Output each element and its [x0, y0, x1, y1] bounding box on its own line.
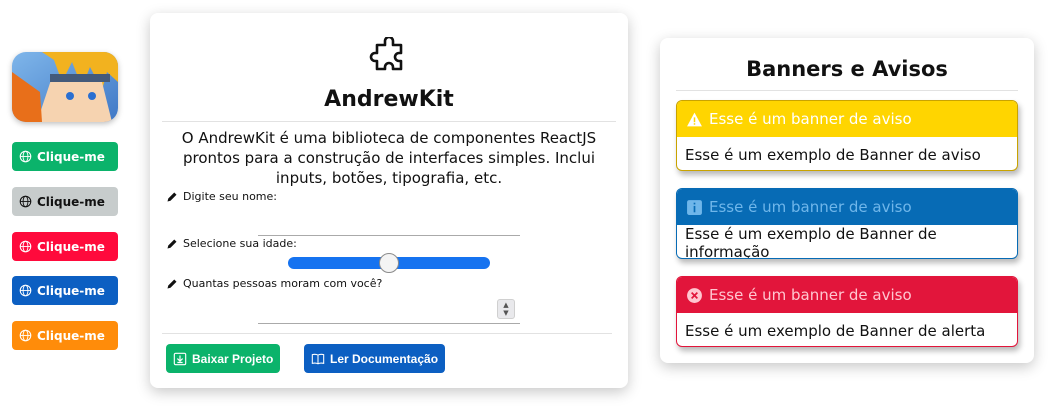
- click-me-label: Clique-me: [37, 239, 105, 254]
- people-input[interactable]: [258, 323, 520, 324]
- globe-icon: [19, 284, 32, 297]
- title-divider: [162, 121, 616, 122]
- page-title: AndrewKit: [324, 87, 454, 112]
- banner-body-text: Esse é um exemplo de Banner de alerta: [685, 321, 986, 340]
- click-me-button-green[interactable]: Clique-me: [12, 142, 118, 171]
- warning-banner-header: Esse é um banner de aviso: [677, 101, 1017, 137]
- error-icon: [687, 287, 702, 303]
- age-slider-thumb[interactable]: [379, 253, 399, 273]
- click-me-label: Clique-me: [37, 194, 105, 209]
- download-label: Baixar Projeto: [192, 351, 274, 366]
- warning-banner: Esse é um banner de aviso Esse é um exem…: [676, 100, 1018, 171]
- description: O AndrewKit é uma biblioteca de componen…: [181, 129, 597, 187]
- banners-title: Banners e Avisos: [746, 57, 948, 81]
- click-me-button-blue[interactable]: Clique-me: [12, 276, 118, 305]
- age-label-text: Selecione sua idade:: [183, 237, 297, 250]
- banner-header-text: Esse é um banner de aviso: [709, 286, 912, 304]
- banner-header-text: Esse é um banner de aviso: [709, 110, 912, 128]
- error-banner: Esse é um banner de aviso Esse é um exem…: [676, 276, 1018, 347]
- download-icon: [173, 352, 187, 365]
- click-me-button-red[interactable]: Clique-me: [12, 232, 118, 261]
- click-me-label: Clique-me: [37, 328, 105, 343]
- info-icon: [687, 199, 702, 215]
- error-banner-header: Esse é um banner de aviso: [677, 277, 1017, 313]
- puzzle-icon: [369, 37, 403, 71]
- warning-icon: [687, 112, 702, 126]
- andrewkit-card: AndrewKit O AndrewKit é uma biblioteca d…: [150, 13, 628, 388]
- banner-body-text: Esse é um exemplo de Banner de informaçã…: [685, 224, 937, 259]
- docs-label: Ler Documentação: [330, 351, 439, 366]
- click-me-label: Clique-me: [37, 283, 105, 298]
- name-input[interactable]: [258, 235, 520, 236]
- people-label-text: Quantas pessoas moram com você?: [183, 277, 383, 290]
- globe-icon: [19, 150, 32, 163]
- name-label-text: Digite seu nome:: [183, 190, 277, 203]
- info-banner-header: Esse é um banner de aviso: [677, 189, 1017, 225]
- name-field-label: Digite seu nome:: [166, 190, 277, 203]
- banners-divider: [676, 90, 1018, 91]
- click-me-label: Clique-me: [37, 149, 105, 164]
- number-stepper[interactable]: ▲ ▼: [497, 299, 515, 319]
- globe-icon: [19, 195, 32, 208]
- people-field-label: Quantas pessoas moram com você?: [166, 277, 382, 290]
- click-me-button-gray[interactable]: Clique-me: [12, 187, 118, 216]
- banners-card: Banners e Avisos Esse é um banner de avi…: [660, 38, 1034, 363]
- actions-divider: [162, 333, 612, 334]
- pencil-icon: [167, 192, 177, 201]
- avatar: [12, 52, 118, 122]
- banner-header-text: Esse é um banner de aviso: [709, 198, 912, 216]
- read-docs-button[interactable]: Ler Documentação: [304, 344, 446, 373]
- download-project-button[interactable]: Baixar Projeto: [166, 344, 281, 373]
- info-banner: Esse é um banner de aviso Esse é um exem…: [676, 188, 1018, 259]
- globe-icon: [19, 329, 32, 342]
- pencil-icon: [167, 239, 177, 248]
- click-me-button-orange[interactable]: Clique-me: [12, 321, 118, 350]
- book-icon: [311, 353, 325, 364]
- age-field-label: Selecione sua idade:: [166, 237, 297, 250]
- globe-icon: [19, 240, 32, 253]
- banner-body-text: Esse é um exemplo de Banner de aviso: [685, 145, 981, 164]
- pencil-icon: [167, 279, 177, 288]
